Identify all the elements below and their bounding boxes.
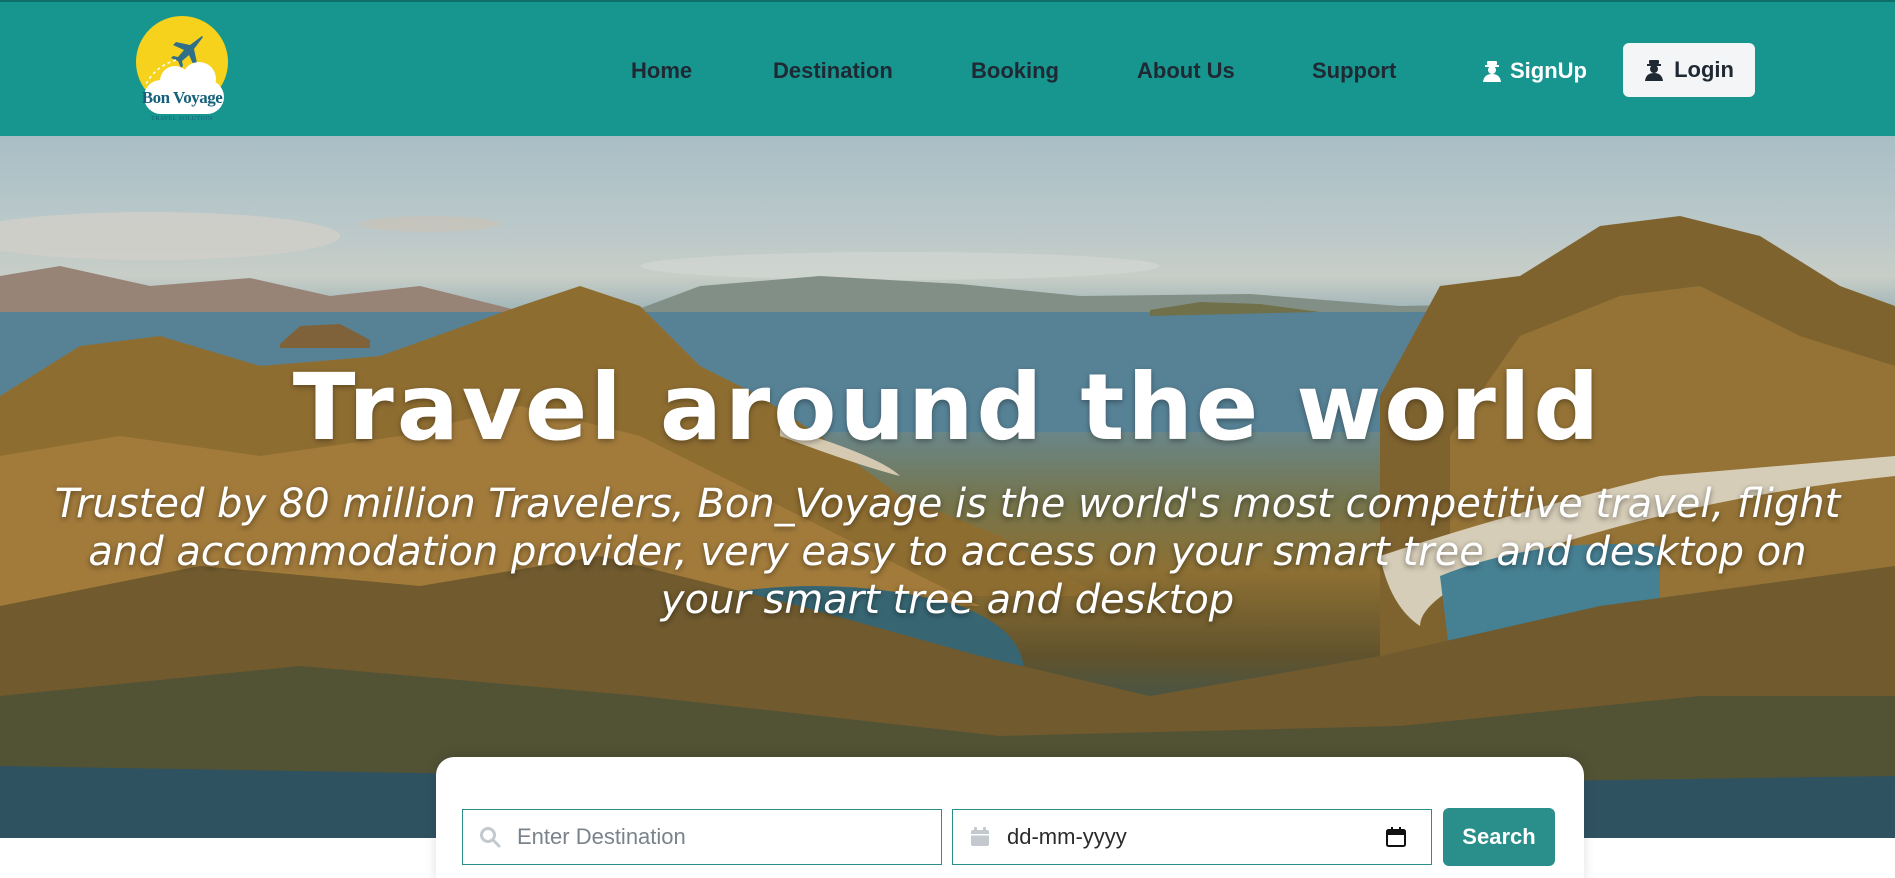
nav-about-us[interactable]: About Us <box>1137 58 1235 84</box>
brand-logo[interactable]: Bon Voyage TRAVEL SOLUTION <box>134 16 230 126</box>
navbar: Bon Voyage TRAVEL SOLUTION Home Destinat… <box>0 0 1895 136</box>
destination-input[interactable] <box>517 810 941 864</box>
signup-link[interactable]: SignUp <box>1482 56 1587 86</box>
calendar-icon <box>971 827 989 846</box>
user-icon <box>1483 61 1501 82</box>
calendar-picker-icon[interactable] <box>1385 826 1407 848</box>
date-input[interactable]: dd-mm-yyyy <box>1007 824 1385 850</box>
search-button[interactable]: Search <box>1443 808 1555 866</box>
nav-destination[interactable]: Destination <box>773 58 893 84</box>
hero-title: Travel around the world <box>292 354 1603 461</box>
signup-label: SignUp <box>1510 58 1587 83</box>
hero-section: Travel around the world Trusted by 80 mi… <box>0 136 1895 838</box>
user-icon <box>1645 60 1664 81</box>
login-button[interactable]: Login <box>1623 43 1755 97</box>
nav-home[interactable]: Home <box>631 58 692 84</box>
hero-subtitle: Trusted by 80 million Travelers, Bon_Voy… <box>54 481 1841 623</box>
nav-booking[interactable]: Booking <box>971 58 1059 84</box>
search-icon <box>480 827 501 848</box>
date-field[interactable]: dd-mm-yyyy <box>952 809 1432 865</box>
nav-support[interactable]: Support <box>1312 58 1396 84</box>
login-label: Login <box>1674 57 1734 82</box>
brand-tagline: TRAVEL SOLUTION <box>151 116 213 122</box>
search-card: dd-mm-yyyy Search <box>436 757 1584 878</box>
brand-name: Bon Voyage <box>141 88 223 107</box>
destination-field[interactable] <box>462 809 942 865</box>
